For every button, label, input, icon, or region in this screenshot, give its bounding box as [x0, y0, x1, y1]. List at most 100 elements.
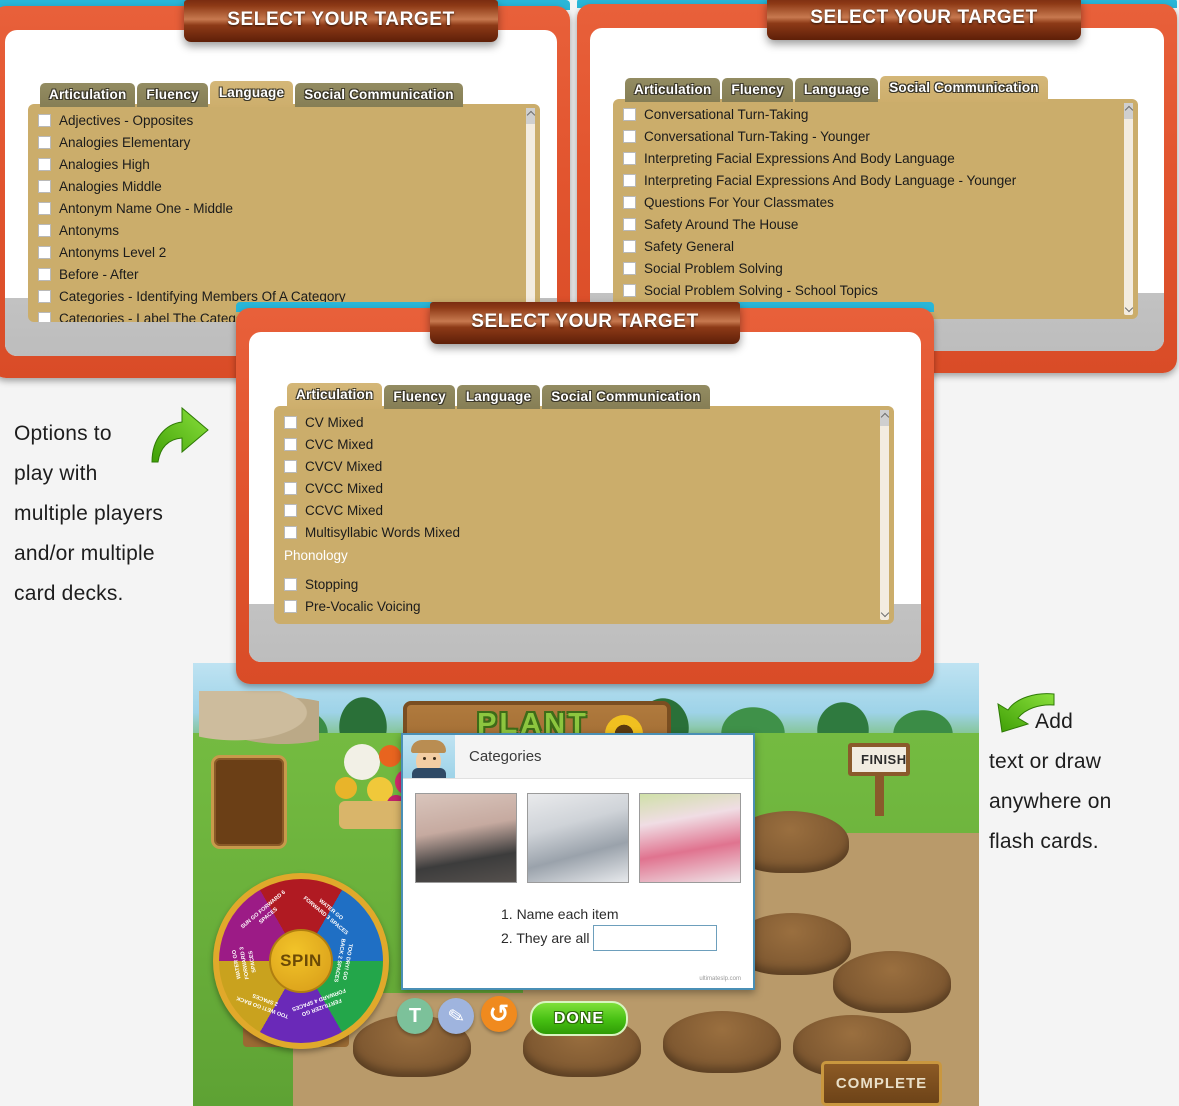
list-scrollbar[interactable]	[526, 108, 536, 318]
spin-wheel-container[interactable]: SPIN WATER GO FORWARD 3 SPACES TOO DRY! …	[207, 871, 389, 1057]
list-item[interactable]: Conversational Turn-Taking	[613, 103, 1138, 125]
list-item-label: Conversational Turn-Taking	[644, 106, 809, 122]
tab-social-communication[interactable]: Social Communication	[880, 76, 1048, 102]
scroll-down-icon[interactable]	[880, 608, 890, 618]
list-item[interactable]: CV Mixed	[274, 411, 894, 433]
checkbox-icon[interactable]	[38, 267, 51, 281]
checkbox-icon[interactable]	[38, 113, 51, 127]
tab-bar[interactable]: Articulation Fluency Language Social Com…	[287, 383, 712, 409]
list-item[interactable]: Antonyms	[28, 219, 540, 241]
tab-bar[interactable]: Articulation Fluency Language Social Com…	[40, 81, 465, 107]
list-item[interactable]: Adjectives - Opposites	[28, 109, 540, 131]
list-item[interactable]: Safety Around The House	[613, 213, 1138, 235]
list-item[interactable]: Social Problem Solving - School Topics	[613, 279, 1138, 301]
list-item[interactable]: Analogies Elementary	[28, 131, 540, 153]
checkbox-icon[interactable]	[284, 481, 297, 495]
answer-input[interactable]	[593, 925, 718, 951]
list-item[interactable]: Pre-Vocalic Voicing	[274, 595, 894, 617]
list-item[interactable]: Analogies Middle	[28, 175, 540, 197]
checkbox-icon[interactable]	[623, 129, 636, 143]
checkbox-icon[interactable]	[284, 437, 297, 451]
card-image-slippers[interactable]	[415, 793, 517, 883]
checkbox-icon[interactable]	[623, 107, 636, 121]
tab-social-communication[interactable]: Social Communication	[295, 83, 463, 107]
list-item[interactable]: Safety General	[613, 235, 1138, 257]
card-deck[interactable]	[211, 755, 287, 849]
list-item[interactable]: Questions For Your Classmates	[613, 191, 1138, 213]
dirt-mound[interactable]	[663, 1011, 781, 1073]
checkbox-icon[interactable]	[38, 179, 51, 193]
tab-language[interactable]: Language	[456, 385, 541, 409]
list-item[interactable]: Interpreting Facial Expressions And Body…	[613, 147, 1138, 169]
checkbox-icon[interactable]	[38, 289, 51, 303]
list-item[interactable]: CCVC Mixed	[274, 499, 894, 521]
list-item[interactable]: Stopping	[274, 573, 894, 595]
checkbox-icon[interactable]	[284, 599, 297, 613]
list-item[interactable]: Conversational Turn-Taking - Younger	[613, 125, 1138, 147]
question-line-1: 1. Name each item	[403, 903, 753, 925]
question-line-2: 2. They are all	[403, 925, 753, 951]
checkbox-icon[interactable]	[623, 173, 636, 187]
checkbox-icon[interactable]	[284, 415, 297, 429]
target-list-articulation[interactable]: CV Mixed CVC Mixed CVCV Mixed CVCC Mixed…	[274, 406, 894, 624]
list-item[interactable]: Multisyllabic Words Mixed	[274, 521, 894, 543]
tab-social-communication[interactable]: Social Communication	[542, 385, 710, 409]
draw-tool-button[interactable]: ✎	[438, 998, 474, 1034]
checkbox-icon[interactable]	[623, 239, 636, 253]
checkbox-icon[interactable]	[38, 311, 51, 322]
green-arrow-up-icon	[151, 406, 209, 463]
checkbox-icon[interactable]	[623, 283, 636, 297]
spin-button[interactable]: SPIN	[269, 929, 333, 993]
checkbox-icon[interactable]	[38, 245, 51, 259]
list-scrollbar[interactable]	[880, 410, 890, 620]
list-item[interactable]: Before - After	[28, 263, 540, 285]
dirt-mound[interactable]	[833, 951, 951, 1013]
tab-bar[interactable]: Articulation Fluency Language Social Com…	[625, 76, 1050, 102]
checkbox-icon[interactable]	[38, 201, 51, 215]
tab-articulation[interactable]: Articulation	[287, 383, 383, 409]
checkbox-icon[interactable]	[623, 195, 636, 209]
checkbox-icon[interactable]	[38, 135, 51, 149]
list-item-label: Stopping	[305, 576, 359, 592]
tab-articulation[interactable]: Articulation	[40, 83, 136, 107]
checkbox-icon[interactable]	[38, 223, 51, 237]
checkbox-icon[interactable]	[623, 151, 636, 165]
checkbox-icon[interactable]	[284, 525, 297, 539]
checkbox-icon[interactable]	[284, 503, 297, 517]
flower-icon	[379, 745, 401, 767]
tab-articulation[interactable]: Articulation	[625, 78, 721, 102]
list-item[interactable]: Antonym Name One - Middle	[28, 197, 540, 219]
list-item-label: Categories - Label The Category	[59, 310, 255, 323]
list-item[interactable]: CVCV Mixed	[274, 455, 894, 477]
list-item[interactable]: Analogies High	[28, 153, 540, 175]
checkbox-icon[interactable]	[284, 577, 297, 591]
scroll-down-icon[interactable]	[1124, 303, 1134, 313]
text-tool-button[interactable]: T	[397, 998, 433, 1034]
target-list-social[interactable]: Conversational Turn-Taking Conversationa…	[613, 99, 1138, 319]
list-item[interactable]: Social Problem Solving	[613, 257, 1138, 279]
tab-language[interactable]: Language	[794, 78, 879, 102]
target-list-language[interactable]: Adjectives - Opposites Analogies Element…	[28, 104, 540, 322]
tab-language[interactable]: Language	[209, 81, 294, 107]
done-button[interactable]: DONE	[530, 1001, 628, 1036]
list-item[interactable]: CVC Mixed	[274, 433, 894, 455]
select-target-dialog-articulation[interactable]: SELECT YOUR TARGET Articulation Fluency …	[236, 302, 934, 684]
tab-fluency[interactable]: Fluency	[137, 83, 208, 107]
checkbox-icon[interactable]	[38, 157, 51, 171]
tab-fluency[interactable]: Fluency	[384, 385, 455, 409]
checkbox-icon[interactable]	[623, 261, 636, 275]
checkbox-icon[interactable]	[623, 217, 636, 231]
complete-button[interactable]: COMPLETE	[821, 1061, 942, 1106]
list-scrollbar[interactable]	[1124, 103, 1134, 315]
list-item[interactable]: Interpreting Facial Expressions And Body…	[613, 169, 1138, 191]
list-item[interactable]: Antonyms Level 2	[28, 241, 540, 263]
card-image-rain-boots[interactable]	[639, 793, 741, 883]
tab-fluency[interactable]: Fluency	[722, 78, 793, 102]
avatar-body	[412, 768, 446, 778]
checkbox-icon[interactable]	[284, 459, 297, 473]
card-image-sneaker[interactable]	[527, 793, 629, 883]
game-board[interactable]: PLANT n FINISH SPIN WATER GO FORWARD 3 S…	[193, 663, 979, 1106]
flash-card-dialog[interactable]: Categories 1. Name each item 2. They are…	[401, 733, 755, 990]
undo-tool-button[interactable]: ↺	[481, 996, 517, 1032]
list-item[interactable]: CVCC Mixed	[274, 477, 894, 499]
